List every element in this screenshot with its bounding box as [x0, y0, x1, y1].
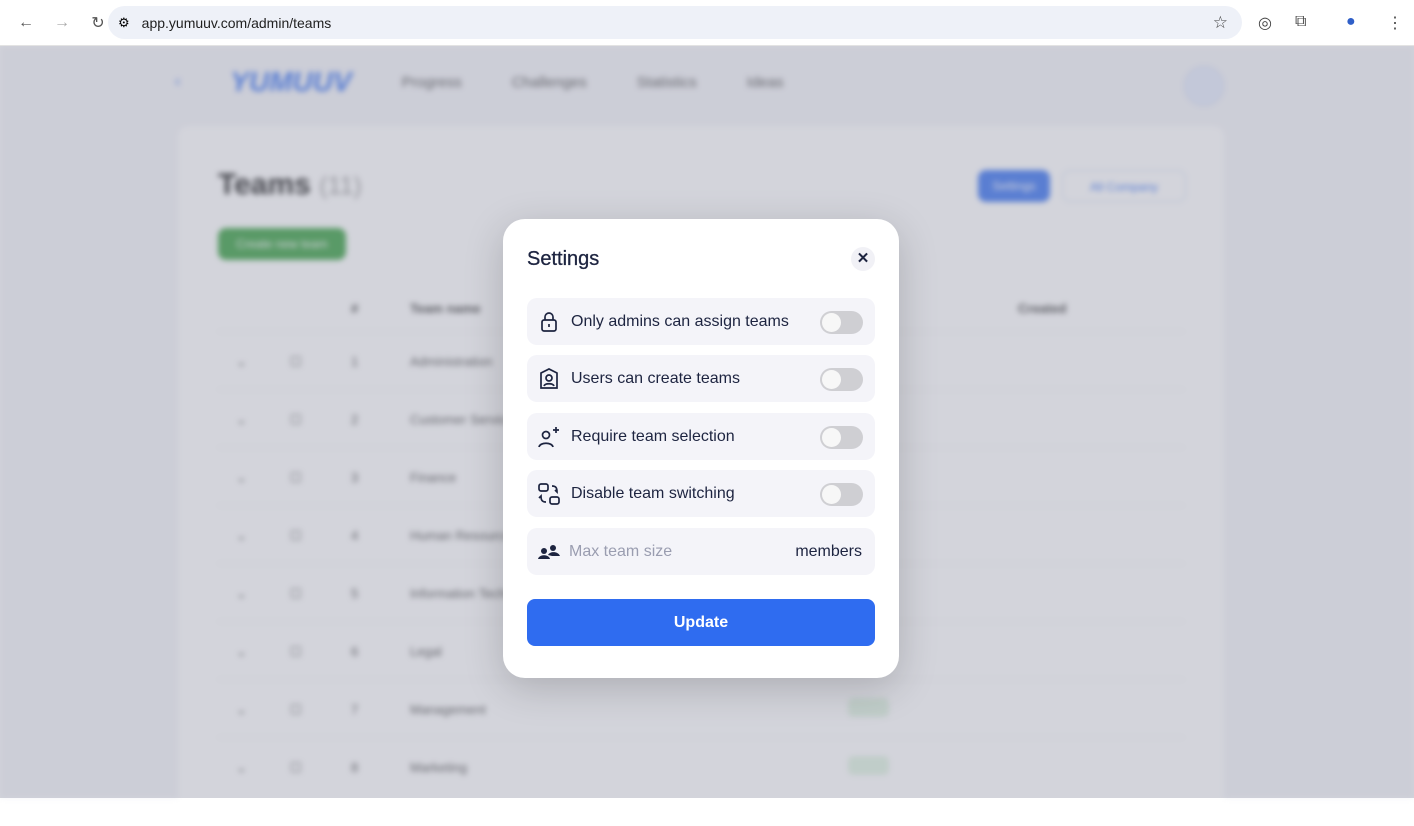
user-plus-icon [538, 426, 559, 447]
bookmark-star-icon[interactable]: ☆ [1213, 13, 1228, 33]
close-icon[interactable]: ✕ [851, 247, 875, 271]
profile-icon[interactable]: ● [1346, 13, 1356, 31]
switch-icon [538, 482, 560, 505]
extension-icon[interactable]: ◎ [1258, 13, 1272, 33]
option-disable-switching: Disable team switching [527, 470, 875, 517]
settings-modal: Settings ✕ Only admins can assign teams … [503, 219, 899, 678]
max-team-size-input[interactable] [569, 542, 769, 561]
option-require-selection: Require team selection [527, 413, 875, 460]
browser-toolbar: ← → ↻ ⚙ app.yumuuv.com/admin/teams ☆ ◎ ⧉… [0, 0, 1414, 46]
address-bar[interactable]: ⚙ app.yumuuv.com/admin/teams ☆ [108, 6, 1242, 39]
user-badge-icon [540, 367, 558, 389]
site-settings-icon[interactable]: ⚙ [118, 15, 130, 31]
menu-icon[interactable]: ⋮ [1387, 13, 1403, 33]
toggle-require-selection[interactable] [820, 426, 863, 449]
puzzle-icon[interactable]: ⧉ [1295, 13, 1306, 31]
toggle-admins-assign[interactable] [820, 311, 863, 334]
users-icon [538, 544, 560, 559]
option-users-create: Users can create teams [527, 355, 875, 402]
modal-title: Settings [527, 248, 600, 270]
toggle-disable-switching[interactable] [820, 483, 863, 506]
lock-icon [541, 311, 557, 332]
option-admins-assign: Only admins can assign teams [527, 298, 875, 345]
back-icon[interactable]: ← [8, 14, 44, 32]
unit-label: members [795, 542, 862, 560]
url-text[interactable]: app.yumuuv.com/admin/teams [142, 15, 332, 31]
toggle-users-create[interactable] [820, 368, 863, 391]
forward-icon[interactable]: → [44, 14, 80, 32]
update-button[interactable]: Update [527, 599, 875, 646]
max-team-size-field: members [527, 528, 875, 575]
